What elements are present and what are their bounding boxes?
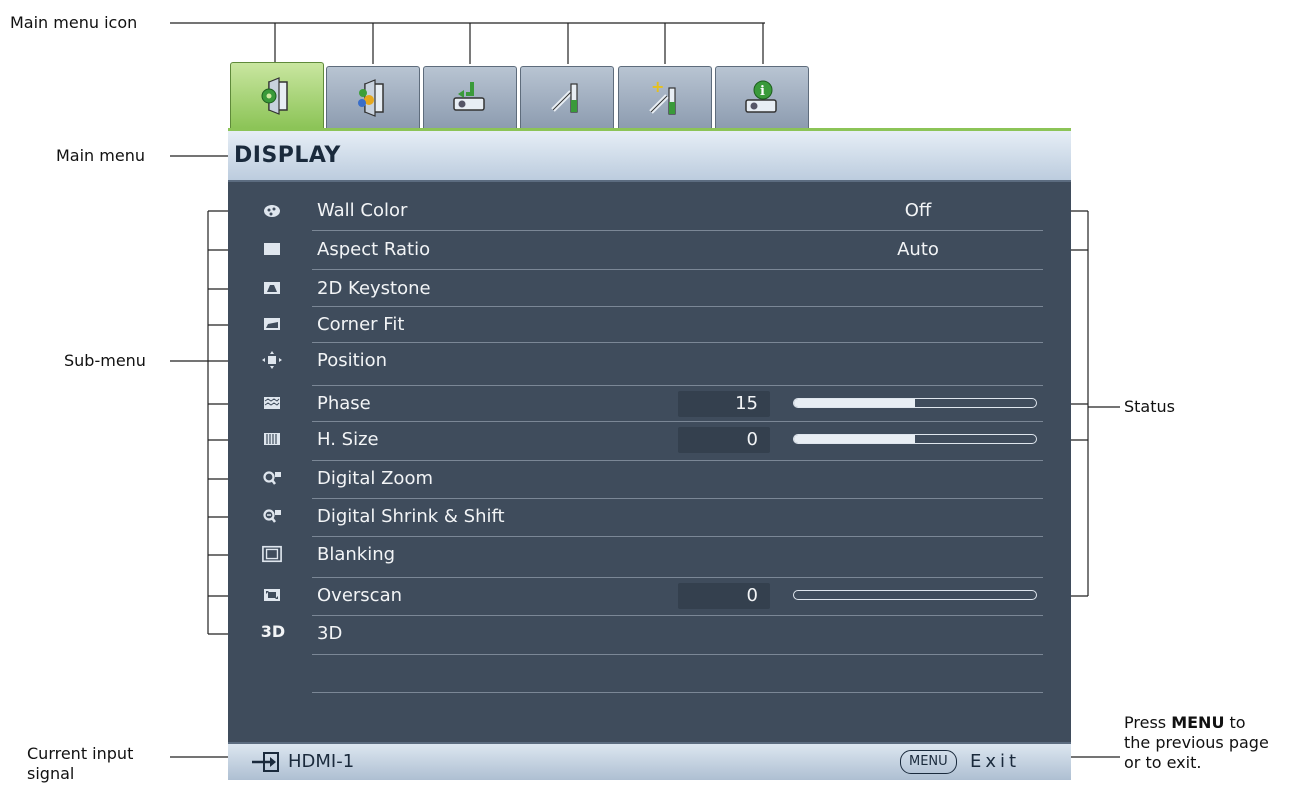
menu-button-key[interactable]: MENU <box>900 750 957 774</box>
main-menu-header: DISPLAY <box>228 128 1071 182</box>
callout-current-input-line2: signal <box>27 764 75 783</box>
slider-fill <box>794 399 915 407</box>
callout-main-menu: Main menu <box>56 146 145 165</box>
callout-press-menu: Press MENU to the previous page or to ex… <box>1124 713 1269 773</box>
menu-item-phase[interactable]: Phase 15 <box>228 385 1071 423</box>
menu-item-label: Digital Zoom <box>317 468 433 489</box>
svg-text:+: + <box>651 78 664 96</box>
menu-item-position[interactable]: Position <box>228 342 1071 380</box>
corner-fit-icon <box>262 316 282 332</box>
picture-icon <box>358 78 384 117</box>
information-icon: i <box>745 80 777 113</box>
main-menu-title: DISPLAY <box>234 143 341 168</box>
menu-item-label: Digital Shrink & Shift <box>317 506 505 527</box>
menu-item-h-size[interactable]: H. Size 0 <box>228 421 1071 459</box>
phase-slider[interactable] <box>793 398 1037 408</box>
input-source-icon <box>250 752 280 777</box>
main-menu-tabs: + i <box>228 62 828 128</box>
tab-system-basic[interactable] <box>520 66 614 128</box>
status-bar: HDMI-1 MENU Exit <box>228 742 1071 780</box>
menu-item-label: 3D <box>317 623 343 644</box>
aspect-ratio-icon <box>262 241 282 257</box>
slider-fill <box>794 435 915 443</box>
callout-sub-menu: Sub-menu <box>64 351 146 370</box>
callout-press-menu-line2: the previous page <box>1124 733 1269 752</box>
callout-press-menu-line3: or to exit. <box>1124 753 1202 772</box>
menu-item-digital-shrink-shift[interactable]: Digital Shrink & Shift <box>228 498 1071 536</box>
palette-icon <box>262 202 282 218</box>
menu-item-label: Phase <box>317 393 371 414</box>
h-size-icon <box>262 431 282 447</box>
callout-main-menu-icon: Main menu icon <box>10 13 138 32</box>
keystone-icon <box>262 280 282 296</box>
digital-shrink-icon <box>262 508 282 524</box>
callout-status: Status <box>1124 397 1175 416</box>
display-settings-icon <box>261 76 288 115</box>
phase-icon <box>262 395 282 411</box>
sub-menu-list: Wall Color Off Aspect Ratio Auto 2D Keys… <box>228 182 1071 742</box>
menu-item-label: 2D Keystone <box>317 278 431 299</box>
divider <box>312 692 1043 693</box>
menu-item-label: Aspect Ratio <box>317 239 431 260</box>
menu-item-corner-fit[interactable]: Corner Fit <box>228 306 1071 344</box>
menu-item-3d[interactable]: 3D 3D <box>228 615 1071 653</box>
divider <box>312 654 1043 655</box>
h-size-slider[interactable] <box>793 434 1037 444</box>
position-icon <box>262 351 282 369</box>
overscan-value: 0 <box>678 583 770 609</box>
tab-source[interactable] <box>423 66 517 128</box>
system-setup-basic-icon <box>551 82 578 113</box>
menu-item-label: Corner Fit <box>317 314 405 335</box>
osd-window: + i DISPLAY Wall Color Off Aspect Ratio … <box>228 62 1071 780</box>
overscan-slider[interactable] <box>793 590 1037 600</box>
tab-display[interactable] <box>230 62 324 128</box>
digital-zoom-icon <box>262 470 282 486</box>
menu-item-overscan[interactable]: Overscan 0 <box>228 577 1071 615</box>
menu-item-digital-zoom[interactable]: Digital Zoom <box>228 460 1071 498</box>
blanking-icon <box>262 545 282 563</box>
tab-information[interactable]: i <box>715 66 809 128</box>
menu-item-2d-keystone[interactable]: 2D Keystone <box>228 270 1071 308</box>
menu-item-label: Position <box>317 350 388 371</box>
callout-press-key: MENU <box>1171 713 1225 732</box>
status-value: Off <box>904 200 932 221</box>
tab-picture[interactable] <box>326 66 420 128</box>
3d-icon: 3D <box>260 621 286 641</box>
menu-item-label: Overscan <box>317 585 403 606</box>
current-input-signal: HDMI-1 <box>288 751 355 772</box>
menu-item-blanking[interactable]: Blanking <box>228 536 1071 574</box>
overscan-icon <box>262 587 282 603</box>
phase-value: 15 <box>678 391 770 417</box>
system-setup-advanced-icon: + <box>649 78 676 115</box>
h-size-value: 0 <box>678 427 770 453</box>
callout-press-suffix: to <box>1224 713 1246 732</box>
svg-text:i: i <box>760 84 765 99</box>
source-projector-icon <box>453 81 485 111</box>
menu-item-wall-color[interactable]: Wall Color Off <box>228 192 1071 230</box>
menu-item-label: Wall Color <box>317 200 408 221</box>
tab-system-advanced[interactable]: + <box>618 66 712 128</box>
callout-current-input-line1: Current input <box>27 744 134 763</box>
callout-press-menu-line1: Press MENU to <box>1124 713 1269 733</box>
menu-item-label: H. Size <box>317 429 379 450</box>
callout-current-input: Current input signal <box>27 744 133 784</box>
callout-press-prefix: Press <box>1124 713 1172 732</box>
exit-label[interactable]: Exit <box>970 751 1020 772</box>
menu-item-aspect-ratio[interactable]: Aspect Ratio Auto <box>228 231 1071 269</box>
menu-item-label: Blanking <box>317 544 396 565</box>
status-value: Auto <box>897 239 939 260</box>
